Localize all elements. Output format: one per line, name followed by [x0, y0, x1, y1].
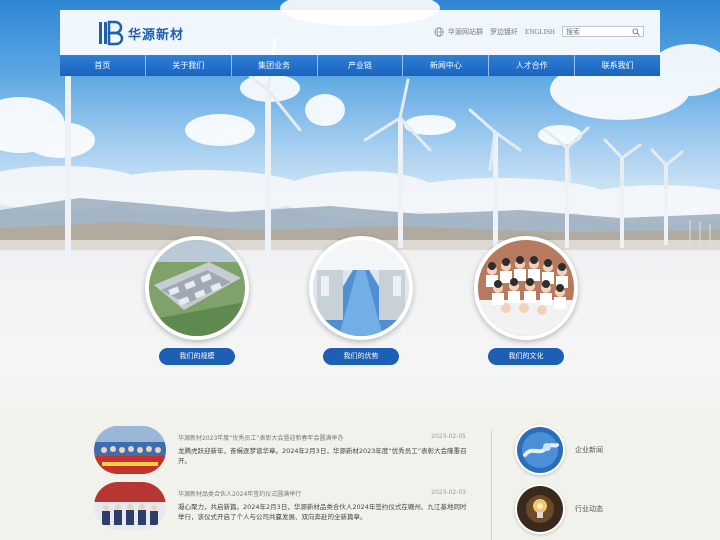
globe-icon [434, 26, 444, 37]
news-title[interactable]: 华源新材2023年度“优秀员工”表彰大会暨迎新春年会圆满举办 [178, 433, 428, 442]
nav-talent[interactable]: 人才合作 [489, 55, 576, 76]
category-company-news[interactable]: 企业新闻 [515, 425, 603, 475]
feature-advantage-image[interactable] [309, 236, 413, 340]
search-input[interactable] [563, 27, 631, 36]
category-industry-news-label[interactable]: 行业动态 [575, 504, 603, 514]
feature-scale: 我们的规模 [145, 236, 249, 365]
news-item [94, 536, 466, 540]
search-icon[interactable] [632, 28, 640, 36]
nav-home[interactable]: 首页 [60, 55, 146, 76]
category-company-news-image[interactable] [515, 425, 565, 475]
nav-business[interactable]: 集团业务 [232, 55, 318, 76]
news-thumbnail[interactable] [94, 426, 166, 474]
handshake-icon [517, 427, 563, 473]
site-header: 华源新材 华源网站群 罗边镀纤 ENGLISH 首页 关于我们 集团业务 产业链… [60, 10, 660, 76]
top-link-english[interactable]: ENGLISH [525, 28, 555, 36]
news-thumbnail [94, 536, 166, 540]
main-nav: 首页 关于我们 集团业务 产业链 新闻中心 人才合作 联系我们 [60, 55, 660, 76]
feature-culture: 我们的文化 [474, 236, 578, 365]
top-link-site-group[interactable]: 华源网站群 [448, 27, 483, 37]
category-company-news-label[interactable]: 企业新闻 [575, 445, 603, 455]
brand-logo-icon [99, 20, 124, 46]
top-links: 华源网站群 罗边镀纤 ENGLISH [434, 26, 644, 37]
signing-ceremony-icon [94, 482, 166, 530]
feature-scale-image[interactable] [145, 236, 249, 340]
team-photo-icon [478, 240, 574, 336]
feature-culture-button[interactable]: 我们的文化 [488, 348, 564, 365]
production-line-icon [313, 240, 409, 336]
news-date: 2023-02-03 [431, 489, 466, 496]
search-box [562, 26, 644, 37]
brand-name: 华源新材 [128, 27, 185, 43]
feature-culture-image[interactable] [474, 236, 578, 340]
nav-about[interactable]: 关于我们 [146, 55, 232, 76]
news-date: 2023-02-05 [431, 433, 466, 440]
category-industry-news[interactable]: 行业动态 [515, 484, 603, 534]
nav-contact[interactable]: 联系我们 [575, 55, 660, 76]
news-item[interactable]: 华源新材品类合伙人2024年签约仪式圆满举行 2023-02-03 凝心聚力，共… [94, 482, 466, 532]
news-description: 凝心聚力，共启新篇。2024年2月3日，华源新材品类合伙人2024年签约仪式在赣… [178, 503, 467, 521]
news-divider [491, 430, 492, 540]
brand-logo[interactable]: 华源新材 [98, 18, 184, 48]
award-ceremony-icon [94, 426, 166, 474]
feature-scale-button[interactable]: 我们的规模 [159, 348, 235, 365]
news-title[interactable]: 华源新材品类合伙人2024年签约仪式圆满举行 [178, 489, 428, 498]
news-description: 龙腾虎跃迎新年，奋楫逐梦谱华章。2024年2月3日，华源新材2023年度“优秀员… [178, 447, 467, 465]
nav-industry-chain[interactable]: 产业链 [318, 55, 404, 76]
news-item[interactable]: 华源新材2023年度“优秀员工”表彰大会暨迎新春年会圆满举办 2023-02-0… [94, 426, 467, 476]
feature-advantage-button[interactable]: 我们的优势 [323, 348, 399, 365]
lightbulb-icon [517, 486, 563, 532]
category-industry-news-image[interactable] [515, 484, 565, 534]
top-link-fiber[interactable]: 罗边镀纤 [490, 27, 518, 37]
nav-news[interactable]: 新闻中心 [403, 55, 490, 76]
news-thumbnail[interactable] [94, 482, 166, 530]
factory-aerial-icon [149, 240, 245, 336]
feature-advantage: 我们的优势 [309, 236, 413, 365]
